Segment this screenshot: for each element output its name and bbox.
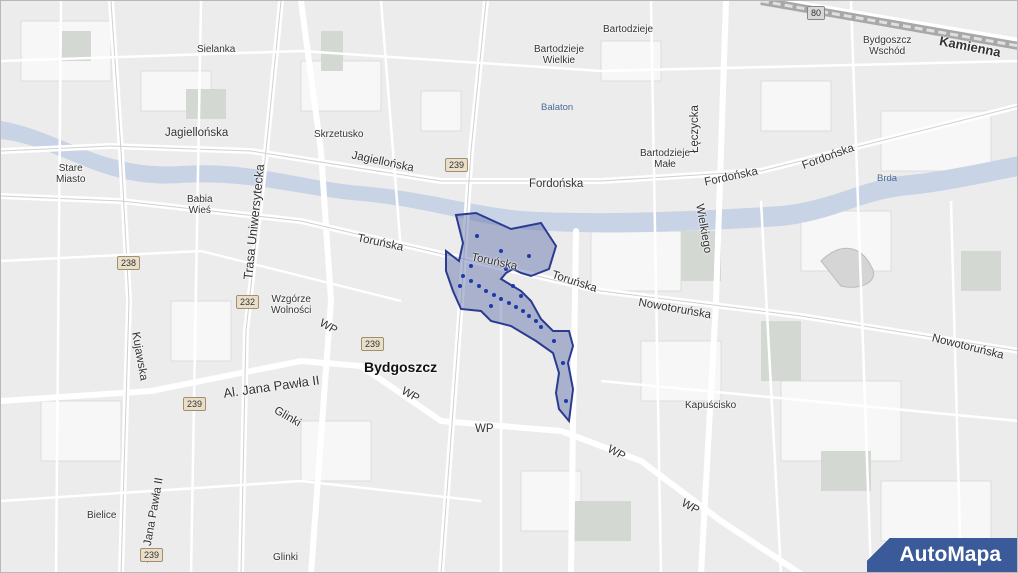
road-number-badge: 239	[445, 158, 469, 172]
district-bielice: Bielice	[87, 510, 117, 521]
road-number-badge: 80	[807, 6, 826, 20]
district-kapuscisko: Kapuścisko	[685, 400, 737, 411]
map-canvas[interactable]: Sielanka Bartodzieje Bartodzieje Wielkie…	[0, 0, 1018, 573]
road-number-badge: 232	[236, 295, 260, 309]
district-wzgorze-wolnosci: Wzgórze Wolności	[271, 294, 312, 316]
district-skrzetusko: Skrzetusko	[314, 129, 364, 140]
street-fordonska-1: Fordońska	[529, 178, 584, 190]
water-label-balaton: Balaton	[541, 102, 574, 113]
road-number-badge: 239	[183, 397, 207, 411]
district-bartodzieje-wielkie: Bartodzieje Wielkie	[534, 44, 585, 66]
district-bydgoszcz-wschod: Bydgoszcz Wschód	[863, 35, 912, 57]
city-label: Bydgoszcz	[364, 359, 438, 375]
district-glinki: Glinki	[273, 552, 299, 563]
district-stare-miasto: Stare Miasto	[56, 163, 86, 185]
district-sielanka: Sielanka	[197, 44, 236, 55]
street-leczycka: Łęczycka	[689, 105, 701, 153]
district-bartodzieje: Bartodzieje	[603, 24, 654, 35]
automapa-logo: AutoMapa	[867, 538, 1017, 572]
street-wp-3: WP	[475, 423, 494, 435]
highlighted-area[interactable]	[445, 211, 575, 424]
district-babia-wies: Babia Wieś	[187, 194, 213, 216]
road-number-badge: 239	[140, 548, 164, 562]
water-label-brda: Brda	[877, 173, 898, 184]
road-number-badge: 239	[361, 337, 385, 351]
road-number-badge: 238	[117, 256, 141, 270]
district-bartodzieje-male: Bartodzieje Małe	[640, 148, 691, 170]
street-jagiellonska-1: Jagiellońska	[165, 127, 229, 139]
